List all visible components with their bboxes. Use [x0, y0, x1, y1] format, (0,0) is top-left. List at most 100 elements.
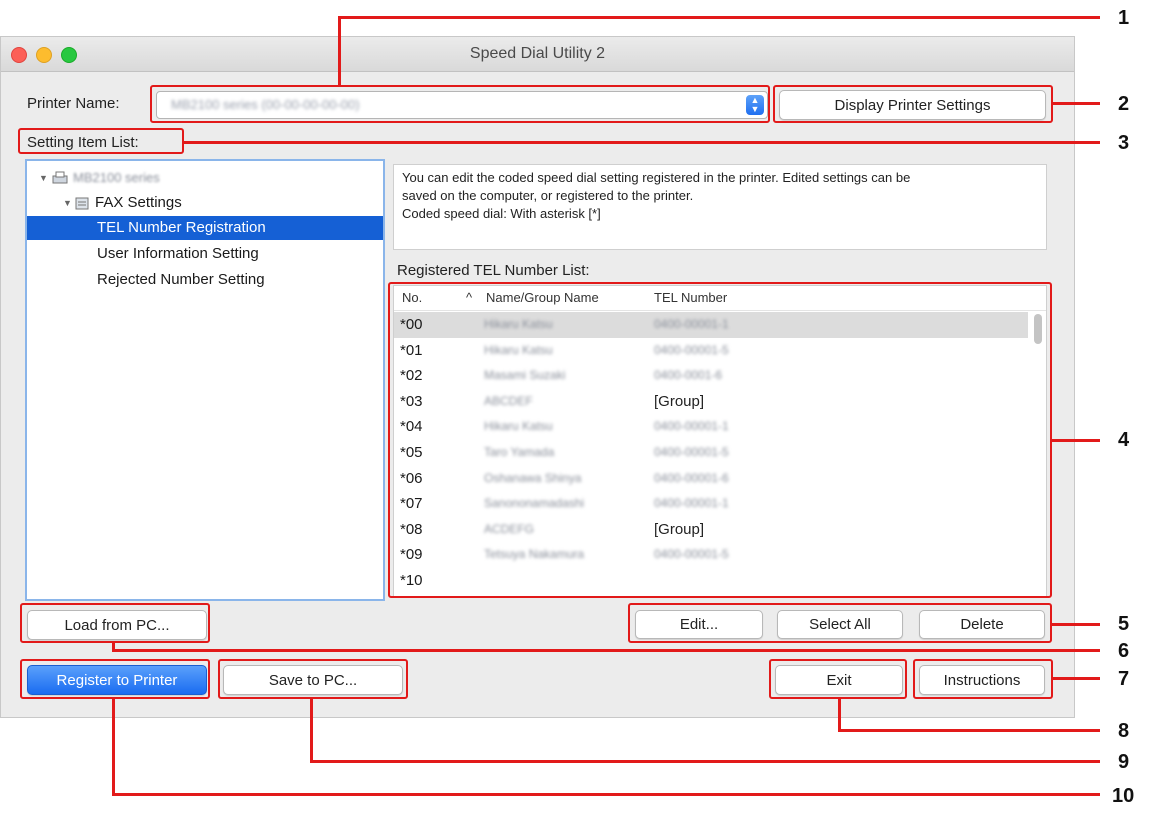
- tree-item-printer[interactable]: ▼ MB2100 series: [27, 166, 383, 190]
- printer-name-label: Printer Name:: [27, 95, 120, 112]
- callout-leader-10: [112, 699, 115, 795]
- instructions-button[interactable]: Instructions: [919, 665, 1045, 695]
- row-name: Hikaru Katsu: [484, 419, 553, 434]
- callout-leader-10: [112, 793, 1100, 796]
- row-name: Hikaru Katsu: [484, 317, 553, 331]
- tree-item-fax-settings-label: FAX Settings: [95, 194, 182, 211]
- setting-item-list-label: Setting Item List:: [27, 134, 139, 151]
- row-number: *04: [400, 418, 423, 436]
- row-tel-number: 0400-0001-6: [654, 368, 723, 383]
- callout-number-1: 1: [1118, 7, 1130, 29]
- tree-item-rejected-number-setting[interactable]: Rejected Number Setting: [27, 268, 383, 292]
- table-row[interactable]: *05 Taro Yamada 0400-00001-5: [394, 440, 1028, 466]
- table-row[interactable]: *08 ACDEFG [Group]: [394, 517, 1028, 543]
- table-header: No. ^ Name/Group Name TEL Number: [394, 286, 1046, 311]
- table-row[interactable]: *03 ABCDEF [Group]: [394, 389, 1028, 415]
- callout-leader-3: [184, 141, 1100, 144]
- select-all-button[interactable]: Select All: [777, 610, 903, 639]
- callout-leader-1: [338, 16, 1100, 19]
- sort-ascending-icon[interactable]: ^: [466, 286, 472, 310]
- row-name: ACDEFG: [484, 521, 535, 536]
- table-row[interactable]: *01 Hikaru Katsu 0400-00001-5: [394, 338, 1028, 364]
- callout-number-3: 3: [1118, 132, 1130, 154]
- row-name: Tetsuya Nakamura: [484, 547, 585, 562]
- callout-leader-2: [1053, 102, 1100, 105]
- printer-name-value: MB2100 series (00-00-00-00-00): [171, 97, 360, 112]
- callout-leader-8: [838, 699, 841, 731]
- row-tel-number: [Group]: [654, 392, 705, 410]
- row-number: *01: [400, 341, 423, 359]
- tree-item-user-information-setting[interactable]: User Information Setting: [27, 242, 383, 266]
- description-panel: You can edit the coded speed dial settin…: [393, 164, 1047, 250]
- printer-name-select[interactable]: MB2100 series (00-00-00-00-00) ▲ ▼: [156, 91, 768, 119]
- row-tel-number: 0400-00001-6: [654, 470, 729, 485]
- tree-item-printer-label: MB2100 series: [73, 170, 160, 185]
- row-tel-number: 0400-00001-1: [654, 317, 729, 331]
- printer-icon: [52, 171, 68, 184]
- table-row[interactable]: *02 Masami Suzaki 0400-0001-6: [394, 363, 1028, 389]
- exit-button[interactable]: Exit: [775, 665, 903, 695]
- row-name: Oshanawa Shinya: [484, 470, 582, 485]
- disclosure-expanded-icon[interactable]: ▼: [63, 191, 72, 215]
- callout-number-6: 6: [1118, 640, 1130, 662]
- column-header-name[interactable]: Name/Group Name: [486, 286, 599, 310]
- row-number: *08: [400, 520, 423, 538]
- table-row[interactable]: *09 Tetsuya Nakamura 0400-00001-5: [394, 542, 1028, 568]
- row-tel-number: 0400-00001-5: [654, 342, 729, 357]
- select-stepper-icon[interactable]: ▲ ▼: [746, 95, 764, 115]
- table-row[interactable]: *04 Hikaru Katsu 0400-00001-1: [394, 414, 1028, 440]
- save-to-pc-button[interactable]: Save to PC...: [223, 665, 403, 695]
- callout-leader-5: [1052, 623, 1100, 626]
- table-row[interactable]: *10: [394, 568, 1028, 594]
- callout-leader-6: [112, 649, 1100, 652]
- delete-button[interactable]: Delete: [919, 610, 1045, 639]
- registered-tel-number-table[interactable]: No. ^ Name/Group Name TEL Number *00 Hika…: [393, 285, 1047, 597]
- callout-leader-8: [838, 729, 1100, 732]
- registered-tel-list-label: Registered TEL Number List:: [397, 262, 590, 279]
- table-row[interactable]: *06 Oshanawa Shinya 0400-00001-6: [394, 466, 1028, 492]
- callout-number-4: 4: [1118, 429, 1130, 451]
- row-tel-number: 0400-00001-5: [654, 547, 729, 562]
- row-tel-number: 0400-00001-1: [654, 419, 729, 434]
- row-name: Masami Suzaki: [484, 368, 566, 383]
- callout-number-8: 8: [1118, 720, 1130, 742]
- description-line: You can edit the coded speed dial settin…: [402, 170, 911, 185]
- setting-item-tree: ▼ MB2100 series ▼ FAX Settings TEL Numbe…: [25, 159, 385, 601]
- callout-leader-1: [338, 16, 341, 86]
- row-name: Taro Yamada: [484, 445, 555, 459]
- row-name: Sanononamadashi: [484, 496, 585, 511]
- column-header-tel[interactable]: TEL Number: [654, 286, 727, 310]
- disclosure-expanded-icon[interactable]: ▼: [39, 166, 48, 190]
- title-bar[interactable]: Speed Dial Utility 2: [1, 37, 1074, 72]
- row-number: *09: [400, 546, 423, 564]
- tree-item-tel-number-registration-label: TEL Number Registration: [97, 219, 266, 236]
- edit-button[interactable]: Edit...: [635, 610, 763, 639]
- callout-leader-9: [310, 699, 313, 762]
- callout-leader-7: [1053, 677, 1100, 680]
- description-line: Coded speed dial: With asterisk [*]: [402, 206, 601, 221]
- table-row[interactable]: *07 Sanononamadashi 0400-00001-1: [394, 491, 1028, 517]
- load-from-pc-button[interactable]: Load from PC...: [27, 610, 207, 640]
- row-tel-number: 0400-00001-5: [654, 445, 729, 459]
- register-to-printer-button[interactable]: Register to Printer: [27, 665, 207, 695]
- callout-number-10: 10: [1112, 785, 1135, 807]
- column-header-no[interactable]: No.: [402, 286, 422, 310]
- window-title: Speed Dial Utility 2: [469, 45, 606, 62]
- display-printer-settings-button[interactable]: Display Printer Settings: [779, 90, 1046, 120]
- scrollbar-thumb[interactable]: [1034, 314, 1042, 344]
- tree-item-tel-number-registration[interactable]: TEL Number Registration: [27, 216, 383, 240]
- row-number: *07: [400, 495, 423, 513]
- fax-icon: [75, 197, 89, 210]
- callout-number-5: 5: [1118, 613, 1130, 635]
- row-tel-number: 0400-00001-1: [654, 496, 729, 511]
- callout-number-7: 7: [1118, 668, 1130, 690]
- row-name: ABCDEF: [484, 393, 533, 408]
- speed-dial-window: Speed Dial Utility 2 Printer Name: MB210…: [0, 36, 1075, 718]
- tree-item-rejected-number-setting-label: Rejected Number Setting: [97, 271, 265, 288]
- callout-number-9: 9: [1118, 751, 1130, 773]
- tree-item-fax-settings[interactable]: ▼ FAX Settings: [27, 191, 383, 215]
- row-number: *00: [400, 316, 423, 333]
- row-number: *05: [400, 444, 423, 461]
- table-row[interactable]: *00 Hikaru Katsu 0400-00001-1: [394, 312, 1028, 338]
- description-line: saved on the computer, or registered to …: [402, 188, 694, 203]
